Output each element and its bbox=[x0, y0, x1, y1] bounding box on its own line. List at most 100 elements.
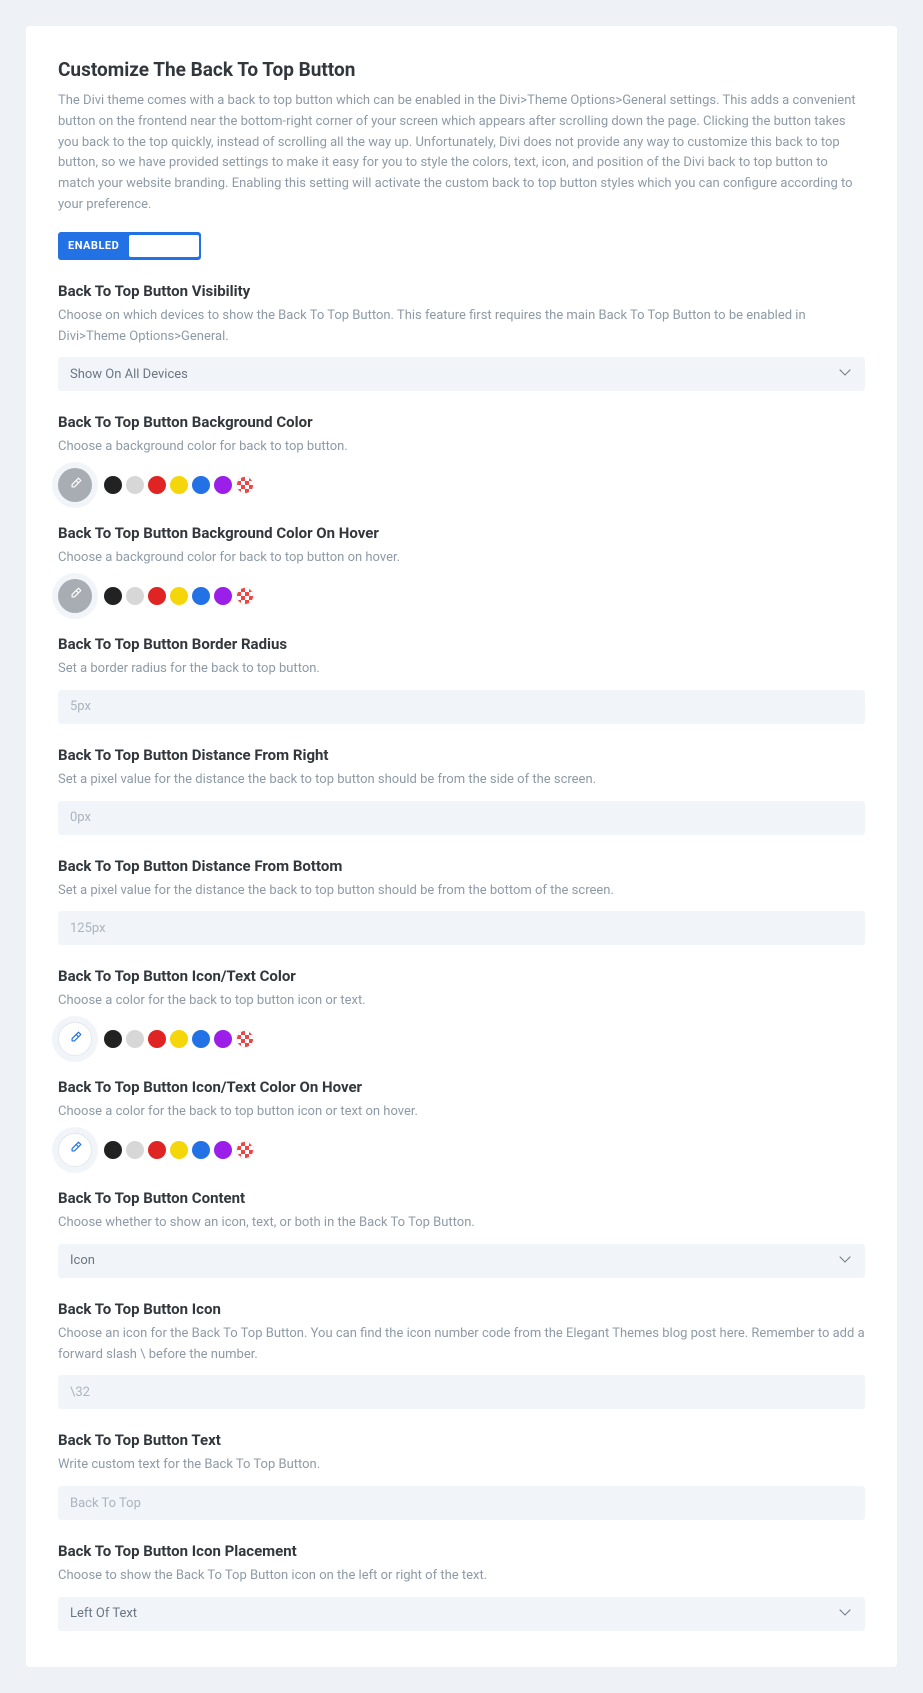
section-bg-color: Back To Top Button Background Color Choo… bbox=[58, 413, 865, 502]
section-title: Back To Top Button Icon bbox=[58, 1300, 865, 1318]
section-border-radius: Back To Top Button Border Radius Set a b… bbox=[58, 635, 865, 724]
color-picker-row bbox=[58, 1022, 865, 1056]
color-swatch[interactable] bbox=[214, 1141, 232, 1159]
color-swatch[interactable] bbox=[170, 1030, 188, 1048]
section-title: Back To Top Button Background Color bbox=[58, 413, 865, 431]
eyedropper-icon bbox=[68, 1140, 82, 1159]
section-title: Back To Top Button Background Color On H… bbox=[58, 524, 865, 542]
section-desc: Choose to show the Back To Top Button ic… bbox=[58, 1566, 865, 1587]
section-icon: Back To Top Button Icon Choose an icon f… bbox=[58, 1300, 865, 1410]
section-desc: Set a pixel value for the distance the b… bbox=[58, 770, 865, 791]
select-value: Icon bbox=[70, 1253, 95, 1268]
color-swatch-transparent[interactable] bbox=[236, 1141, 254, 1159]
section-distance-right: Back To Top Button Distance From Right S… bbox=[58, 746, 865, 835]
eyedropper-icon bbox=[68, 476, 82, 495]
chevron-down-icon bbox=[841, 1608, 853, 1620]
section-text: Back To Top Button Text Write custom tex… bbox=[58, 1431, 865, 1520]
input-value: 5px bbox=[70, 699, 91, 714]
color-swatch[interactable] bbox=[214, 476, 232, 494]
section-content: Back To Top Button Content Choose whethe… bbox=[58, 1189, 865, 1278]
color-swatch[interactable] bbox=[192, 587, 210, 605]
color-swatch[interactable] bbox=[104, 1030, 122, 1048]
section-title: Back To Top Button Icon/Text Color bbox=[58, 967, 865, 985]
color-swatch[interactable] bbox=[170, 1141, 188, 1159]
color-swatch[interactable] bbox=[126, 1141, 144, 1159]
distance-right-input[interactable]: 0px bbox=[58, 801, 865, 835]
input-value: Back To Top bbox=[70, 1496, 141, 1511]
color-swatch[interactable] bbox=[214, 587, 232, 605]
section-desc: Choose a color for the back to top butto… bbox=[58, 991, 865, 1012]
select-value: Left Of Text bbox=[70, 1606, 137, 1621]
section-desc: Choose whether to show an icon, text, or… bbox=[58, 1213, 865, 1234]
color-swatch[interactable] bbox=[192, 476, 210, 494]
input-value: \32 bbox=[70, 1385, 90, 1400]
section-icon-color-hover: Back To Top Button Icon/Text Color On Ho… bbox=[58, 1078, 865, 1167]
border-radius-input[interactable]: 5px bbox=[58, 690, 865, 724]
enabled-toggle[interactable]: ENABLED bbox=[58, 232, 201, 260]
eyedropper-button[interactable] bbox=[58, 1022, 92, 1056]
main-description: The Divi theme comes with a back to top … bbox=[58, 91, 865, 216]
section-desc: Choose a background color for back to to… bbox=[58, 437, 865, 458]
color-swatch[interactable] bbox=[170, 476, 188, 494]
section-desc: Write custom text for the Back To Top Bu… bbox=[58, 1455, 865, 1476]
icon-input[interactable]: \32 bbox=[58, 1375, 865, 1409]
input-value: 125px bbox=[70, 921, 106, 936]
color-swatch-transparent[interactable] bbox=[236, 587, 254, 605]
section-desc: Set a border radius for the back to top … bbox=[58, 659, 865, 680]
section-title: Back To Top Button Content bbox=[58, 1189, 865, 1207]
toggle-label: ENABLED bbox=[68, 239, 119, 252]
section-title: Back To Top Button Distance From Right bbox=[58, 746, 865, 764]
text-input[interactable]: Back To Top bbox=[58, 1486, 865, 1520]
section-distance-bottom: Back To Top Button Distance From Bottom … bbox=[58, 857, 865, 946]
toggle-knob bbox=[129, 235, 199, 257]
eyedropper-icon bbox=[68, 586, 82, 605]
placement-select[interactable]: Left Of Text bbox=[58, 1597, 865, 1631]
section-placement: Back To Top Button Icon Placement Choose… bbox=[58, 1542, 865, 1631]
chevron-down-icon bbox=[841, 1255, 853, 1267]
section-title: Back To Top Button Text bbox=[58, 1431, 865, 1449]
section-title: Back To Top Button Border Radius bbox=[58, 635, 865, 653]
color-swatch[interactable] bbox=[148, 587, 166, 605]
main-title: Customize The Back To Top Button bbox=[58, 58, 865, 81]
color-picker-row bbox=[58, 468, 865, 502]
chevron-down-icon bbox=[841, 368, 853, 380]
color-swatch-transparent[interactable] bbox=[236, 476, 254, 494]
color-swatch[interactable] bbox=[214, 1030, 232, 1048]
input-value: 0px bbox=[70, 810, 91, 825]
eyedropper-button[interactable] bbox=[58, 579, 92, 613]
color-swatch-transparent[interactable] bbox=[236, 1030, 254, 1048]
color-swatch[interactable] bbox=[192, 1030, 210, 1048]
eyedropper-button[interactable] bbox=[58, 1133, 92, 1167]
distance-bottom-input[interactable]: 125px bbox=[58, 911, 865, 945]
section-desc: Set a pixel value for the distance the b… bbox=[58, 881, 865, 902]
eyedropper-button[interactable] bbox=[58, 468, 92, 502]
color-swatch[interactable] bbox=[126, 587, 144, 605]
section-title: Back To Top Button Icon Placement bbox=[58, 1542, 865, 1560]
section-icon-color: Back To Top Button Icon/Text Color Choos… bbox=[58, 967, 865, 1056]
color-swatch[interactable] bbox=[104, 587, 122, 605]
settings-panel: Customize The Back To Top Button The Div… bbox=[26, 26, 897, 1667]
color-swatch[interactable] bbox=[170, 587, 188, 605]
section-visibility: Back To Top Button Visibility Choose on … bbox=[58, 282, 865, 392]
color-swatch[interactable] bbox=[126, 476, 144, 494]
color-swatch[interactable] bbox=[148, 1030, 166, 1048]
color-swatch[interactable] bbox=[148, 1141, 166, 1159]
section-desc: Choose an icon for the Back To Top Butto… bbox=[58, 1324, 865, 1366]
section-desc: Choose a background color for back to to… bbox=[58, 548, 865, 569]
section-title: Back To Top Button Visibility bbox=[58, 282, 865, 300]
content-select[interactable]: Icon bbox=[58, 1244, 865, 1278]
select-value: Show On All Devices bbox=[70, 367, 188, 382]
section-bg-color-hover: Back To Top Button Background Color On H… bbox=[58, 524, 865, 613]
section-desc: Choose on which devices to show the Back… bbox=[58, 306, 865, 348]
color-swatch[interactable] bbox=[192, 1141, 210, 1159]
section-title: Back To Top Button Distance From Bottom bbox=[58, 857, 865, 875]
color-swatch[interactable] bbox=[104, 476, 122, 494]
color-swatch[interactable] bbox=[104, 1141, 122, 1159]
section-title: Back To Top Button Icon/Text Color On Ho… bbox=[58, 1078, 865, 1096]
visibility-select[interactable]: Show On All Devices bbox=[58, 357, 865, 391]
eyedropper-icon bbox=[68, 1030, 82, 1049]
color-swatch[interactable] bbox=[148, 476, 166, 494]
section-desc: Choose a color for the back to top butto… bbox=[58, 1102, 865, 1123]
color-swatch[interactable] bbox=[126, 1030, 144, 1048]
color-picker-row bbox=[58, 1133, 865, 1167]
